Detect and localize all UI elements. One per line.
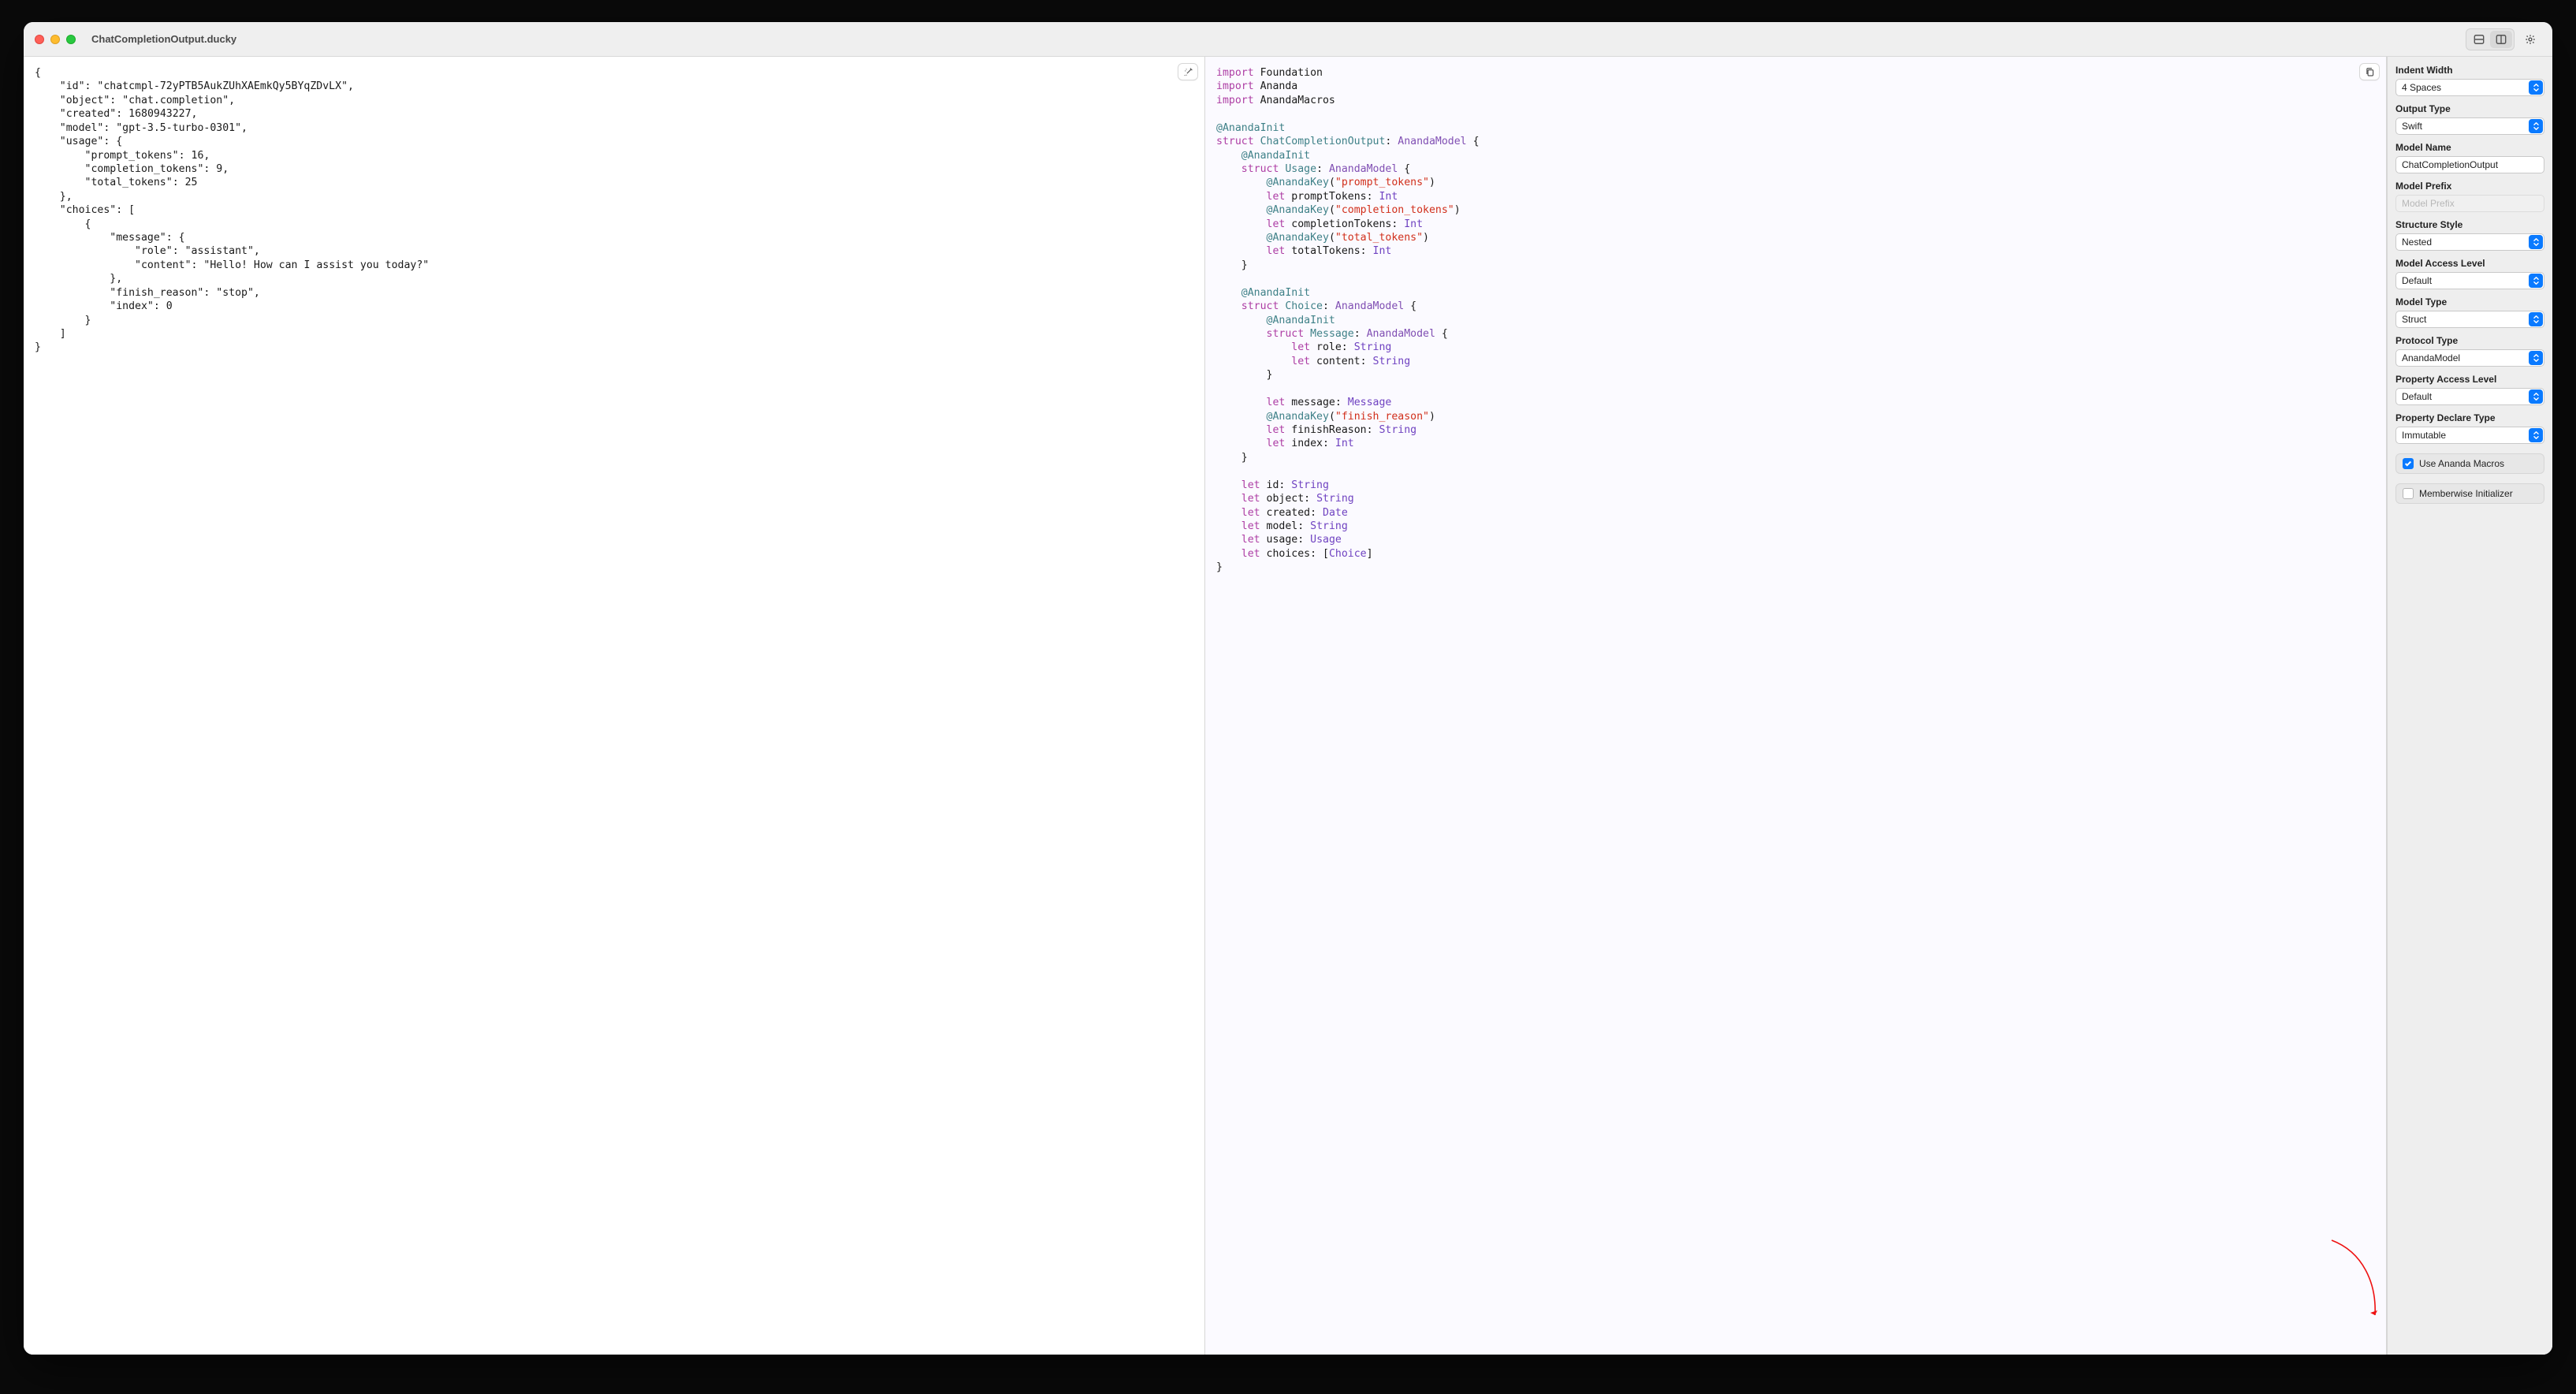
checkbox-icon: [2403, 458, 2414, 469]
chevron-updown-icon: [2529, 312, 2543, 326]
field-protocol-type: Protocol Type AnandaModel: [2395, 335, 2544, 367]
window-close-button[interactable]: [35, 35, 44, 44]
select-model-access-level[interactable]: Default: [2395, 272, 2544, 289]
swift-output-code[interactable]: import Foundation import Ananda import A…: [1205, 57, 2386, 586]
copy-icon: [2365, 67, 2375, 77]
window-minimize-button[interactable]: [50, 35, 60, 44]
select-indent-width-value: 4 Spaces: [2402, 82, 2441, 93]
wand-icon: [1183, 67, 1193, 77]
gear-icon: [2525, 34, 2536, 45]
chevron-updown-icon: [2529, 390, 2543, 404]
field-indent-width: Indent Width 4 Spaces: [2395, 65, 2544, 96]
input-model-prefix[interactable]: Model Prefix: [2395, 195, 2544, 212]
chevron-updown-icon: [2529, 119, 2543, 133]
select-output-type[interactable]: Swift: [2395, 117, 2544, 135]
select-property-access-level[interactable]: Default: [2395, 388, 2544, 405]
settings-sidebar: Indent Width 4 Spaces Output Type Swift …: [2387, 57, 2552, 1355]
copy-output-button[interactable]: [2359, 63, 2380, 80]
select-protocol-type[interactable]: AnandaModel: [2395, 349, 2544, 367]
select-structure-style-value: Nested: [2402, 237, 2432, 248]
select-model-type[interactable]: Struct: [2395, 311, 2544, 328]
layout-columns-icon[interactable]: [2490, 31, 2512, 48]
json-pane[interactable]: { "id": "chatcmpl-72yPTB5AukZUhXAEmkQy5B…: [24, 57, 1205, 1355]
app-window: ChatCompletionOutput.ducky: [24, 22, 2552, 1355]
select-protocol-type-value: AnandaModel: [2402, 352, 2460, 363]
chevron-updown-icon: [2529, 80, 2543, 95]
label-indent-width: Indent Width: [2395, 65, 2544, 76]
window-zoom-button[interactable]: [66, 35, 76, 44]
window-title: ChatCompletionOutput.ducky: [91, 33, 236, 45]
input-model-prefix-placeholder: Model Prefix: [2402, 198, 2455, 209]
checkbox-icon: [2403, 488, 2414, 499]
label-property-declare-type: Property Declare Type: [2395, 412, 2544, 423]
label-structure-style: Structure Style: [2395, 219, 2544, 230]
field-property-declare-type: Property Declare Type Immutable: [2395, 412, 2544, 444]
json-source-code[interactable]: { "id": "chatcmpl-72yPTB5AukZUhXAEmkQy5B…: [24, 57, 1204, 366]
chevron-updown-icon: [2529, 351, 2543, 365]
checkbox-use-ananda-macros[interactable]: Use Ananda Macros: [2395, 453, 2544, 474]
checkbox-memberwise-init[interactable]: Memberwise Initializer: [2395, 483, 2544, 504]
select-structure-style[interactable]: Nested: [2395, 233, 2544, 251]
label-model-prefix: Model Prefix: [2395, 181, 2544, 192]
field-model-prefix: Model Prefix Model Prefix: [2395, 181, 2544, 212]
titlebar: ChatCompletionOutput.ducky: [24, 22, 2552, 57]
chevron-updown-icon: [2529, 274, 2543, 288]
select-model-access-level-value: Default: [2402, 275, 2432, 286]
select-indent-width[interactable]: 4 Spaces: [2395, 79, 2544, 96]
input-model-name[interactable]: ChatCompletionOutput: [2395, 156, 2544, 173]
field-structure-style: Structure Style Nested: [2395, 219, 2544, 251]
chevron-updown-icon: [2529, 235, 2543, 249]
select-model-type-value: Struct: [2402, 314, 2426, 325]
field-model-access-level: Model Access Level Default: [2395, 258, 2544, 289]
field-model-name: Model Name ChatCompletionOutput: [2395, 142, 2544, 173]
select-output-type-value: Swift: [2402, 121, 2422, 132]
layout-stacked-icon[interactable]: [2468, 31, 2490, 48]
output-pane[interactable]: import Foundation import Ananda import A…: [1205, 57, 2387, 1355]
label-model-type: Model Type: [2395, 296, 2544, 308]
traffic-lights: [35, 35, 76, 44]
input-model-name-value: ChatCompletionOutput: [2402, 159, 2498, 170]
checkbox-use-ananda-macros-label: Use Ananda Macros: [2419, 458, 2504, 469]
checkbox-memberwise-init-label: Memberwise Initializer: [2419, 488, 2513, 499]
select-property-declare-type[interactable]: Immutable: [2395, 427, 2544, 444]
label-output-type: Output Type: [2395, 103, 2544, 114]
layout-segmented-control[interactable]: [2466, 28, 2515, 50]
format-json-button[interactable]: [1178, 63, 1198, 80]
field-model-type: Model Type Struct: [2395, 296, 2544, 328]
select-property-access-level-value: Default: [2402, 391, 2432, 402]
titlebar-right-controls: [2466, 28, 2541, 50]
label-protocol-type: Protocol Type: [2395, 335, 2544, 346]
label-property-access-level: Property Access Level: [2395, 374, 2544, 385]
settings-button[interactable]: [2519, 30, 2541, 49]
field-output-type: Output Type Swift: [2395, 103, 2544, 135]
window-body: { "id": "chatcmpl-72yPTB5AukZUhXAEmkQy5B…: [24, 57, 2552, 1355]
field-property-access-level: Property Access Level Default: [2395, 374, 2544, 405]
label-model-name: Model Name: [2395, 142, 2544, 153]
annotation-arrow: [2312, 1236, 2383, 1323]
chevron-updown-icon: [2529, 428, 2543, 442]
select-property-declare-type-value: Immutable: [2402, 430, 2446, 441]
label-model-access-level: Model Access Level: [2395, 258, 2544, 269]
